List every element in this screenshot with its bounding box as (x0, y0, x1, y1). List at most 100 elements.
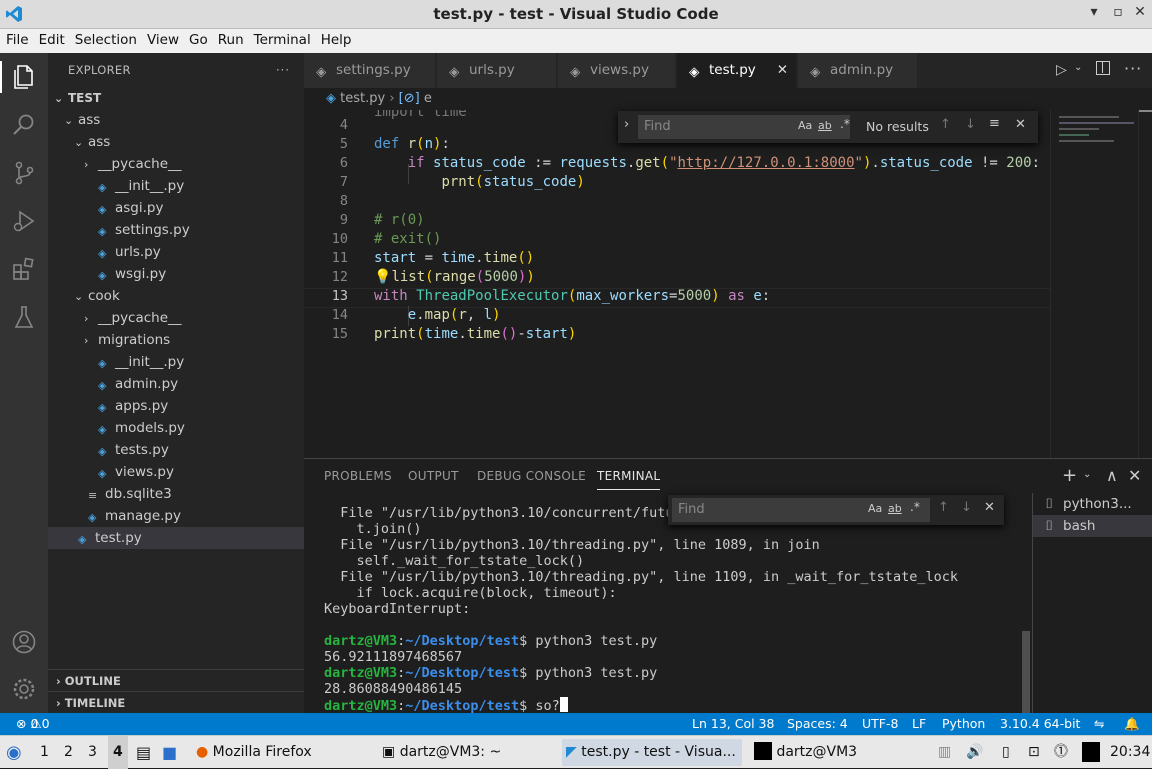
file-manager-icon[interactable]: ▤ (136, 736, 151, 769)
lightbulb-icon[interactable]: 💡 (374, 269, 391, 285)
breadcrumb-symbol[interactable]: e (424, 91, 432, 106)
tree-item[interactable]: ◈ asgi.py (48, 197, 304, 219)
clock[interactable]: 20:34 (1110, 736, 1150, 769)
regex-icon[interactable]: .* (910, 500, 920, 514)
testing-flask-icon[interactable] (10, 303, 38, 331)
next-match-icon[interactable]: ↓ (961, 500, 972, 515)
minimize-icon[interactable]: ▾ (1084, 4, 1104, 20)
close-find-icon[interactable]: ✕ (1015, 117, 1026, 132)
taskbar-terminal-2[interactable]: dartz@VM3 (750, 739, 920, 766)
tree-item[interactable]: ◈ views.py (48, 461, 304, 483)
match-case-icon[interactable]: Aa (798, 119, 812, 132)
menu-go[interactable]: Go (183, 29, 212, 48)
tree-item[interactable]: ◈ manage.py (48, 505, 304, 527)
workspace-3[interactable]: 3 (88, 736, 97, 769)
more-actions-icon[interactable]: ··· (276, 53, 290, 88)
workspace-2[interactable]: 2 (64, 736, 73, 769)
match-case-icon[interactable]: Aa (868, 502, 882, 515)
tree-item[interactable]: ≡ db.sqlite3 (48, 483, 304, 505)
more-actions-icon[interactable]: ··· (1124, 59, 1142, 78)
close-tab-icon[interactable]: ✕ (777, 53, 788, 88)
tree-item[interactable]: ⌄ ass (48, 131, 304, 153)
tree-item[interactable]: ◈ wsgi.py (48, 263, 304, 285)
clipboard-icon[interactable]: ▯ (1002, 736, 1010, 769)
tab-views-py[interactable]: ◈ views.py (558, 53, 676, 88)
workspace-1[interactable]: 1 (40, 736, 49, 769)
tree-item[interactable]: ⌄ ass (48, 109, 304, 131)
tree-item[interactable]: ◈ __init__.py (48, 351, 304, 373)
network-icon[interactable]: ⊡ (1028, 736, 1040, 769)
tree-item[interactable]: ⌄ cook (48, 285, 304, 307)
language-mode[interactable]: Python (942, 713, 985, 735)
terminal-item-python[interactable]: ⌷ python3... (1033, 493, 1152, 515)
tree-item[interactable]: ◈ test.py (48, 527, 304, 549)
terminal-dropdown-icon[interactable]: ⌄ (1083, 469, 1091, 480)
tree-root[interactable]: ⌄ TEST (48, 87, 304, 109)
taskbar-firefox[interactable]: ● Mozilla Firefox (192, 739, 368, 766)
settings-gear-icon[interactable] (10, 675, 38, 703)
close-window-icon[interactable]: ✕ (1130, 4, 1150, 20)
tab-output[interactable]: OUTPUT (408, 469, 459, 483)
new-terminal-icon[interactable]: + (1062, 465, 1077, 486)
menu-help[interactable]: Help (315, 29, 356, 48)
tree-item[interactable]: ◈ apps.py (48, 395, 304, 417)
python-interpreter[interactable]: 3.10.4 64-bit (1000, 713, 1080, 735)
find-in-selection-icon[interactable]: ≡ (989, 116, 1000, 131)
minimap[interactable] (1050, 110, 1138, 458)
tree-item[interactable]: › migrations (48, 329, 304, 351)
menu-edit[interactable]: Edit (33, 29, 69, 48)
desktop-icon[interactable]: ■ (162, 736, 177, 769)
workspace-4[interactable]: 4 (108, 736, 128, 769)
menu-file[interactable]: File (0, 29, 33, 48)
code-editor[interactable]: import time 4 5 6 7 8 9 10 11 12 13 14 15 def r(n):… (304, 110, 1050, 458)
system-tray-icon[interactable]: ▥ (938, 736, 951, 769)
match-word-icon[interactable]: ab (818, 119, 832, 132)
indentation[interactable]: Spaces: 4 (787, 713, 848, 735)
tree-item[interactable]: ◈ urls.py (48, 241, 304, 263)
maximize-icon[interactable]: ▫ (1108, 4, 1128, 20)
terminal-scrollbar[interactable] (1022, 631, 1030, 714)
outline-section[interactable]: › OUTLINE (48, 669, 304, 691)
close-find-icon[interactable]: ✕ (984, 500, 995, 515)
taskbar-vscode[interactable]: ◤ test.py - test - Visua... (562, 739, 742, 766)
tree-item[interactable]: ◈ tests.py (48, 439, 304, 461)
menu-selection[interactable]: Selection (69, 29, 141, 48)
tab-terminal[interactable]: TERMINAL (597, 469, 661, 490)
run-file-icon[interactable]: ▷ (1056, 62, 1067, 78)
tab-urls-py[interactable]: ◈ urls.py (437, 53, 557, 88)
breadcrumb-file[interactable]: test.py (340, 91, 385, 106)
feedback-icon[interactable]: ⇋ (1094, 713, 1104, 735)
encoding[interactable]: UTF-8 (862, 713, 898, 735)
editor-scrollbar[interactable] (1138, 110, 1152, 458)
run-debug-icon[interactable] (10, 207, 38, 235)
tree-item[interactable]: › __pycache__ (48, 153, 304, 175)
tree-item[interactable]: ◈ admin.py (48, 373, 304, 395)
cursor-position[interactable]: Ln 13, Col 38 (692, 713, 774, 735)
close-panel-icon[interactable]: ✕ (1128, 466, 1141, 485)
maximize-panel-icon[interactable]: ∧ (1106, 466, 1118, 485)
regex-icon[interactable]: .* (840, 117, 850, 131)
accounts-icon[interactable] (10, 628, 38, 656)
menu-run[interactable]: Run (212, 29, 248, 48)
next-match-icon[interactable]: ↓ (965, 117, 976, 132)
extensions-icon[interactable] (10, 255, 38, 283)
problems-status[interactable]: ⊗ 0 ⚠ 0 (16, 713, 50, 735)
volume-icon[interactable]: 🔊 (966, 736, 983, 769)
previous-match-icon[interactable]: ↑ (938, 500, 949, 515)
tree-item[interactable]: ◈ settings.py (48, 219, 304, 241)
run-dropdown-icon[interactable]: ⌄ (1074, 62, 1082, 73)
explorer-icon[interactable] (10, 63, 38, 91)
search-icon[interactable] (10, 111, 38, 139)
tab-debug-console[interactable]: DEBUG CONSOLE (477, 469, 586, 483)
tree-item[interactable]: ◈ __init__.py (48, 175, 304, 197)
tab-test-py[interactable]: ◈ test.py ✕ (677, 53, 797, 88)
start-menu-icon[interactable]: ◉ (6, 736, 22, 769)
notifications-bell-icon[interactable]: 🔔 (1124, 713, 1140, 735)
terminal-item-bash[interactable]: ⌷ bash (1033, 515, 1152, 537)
menu-view[interactable]: View (141, 29, 183, 48)
previous-match-icon[interactable]: ↑ (940, 117, 951, 132)
tab-settings-py[interactable]: ◈ settings.py (304, 53, 436, 88)
screen-icon[interactable] (1082, 742, 1100, 762)
tree-item[interactable]: › __pycache__ (48, 307, 304, 329)
menu-terminal[interactable]: Terminal (248, 29, 315, 48)
